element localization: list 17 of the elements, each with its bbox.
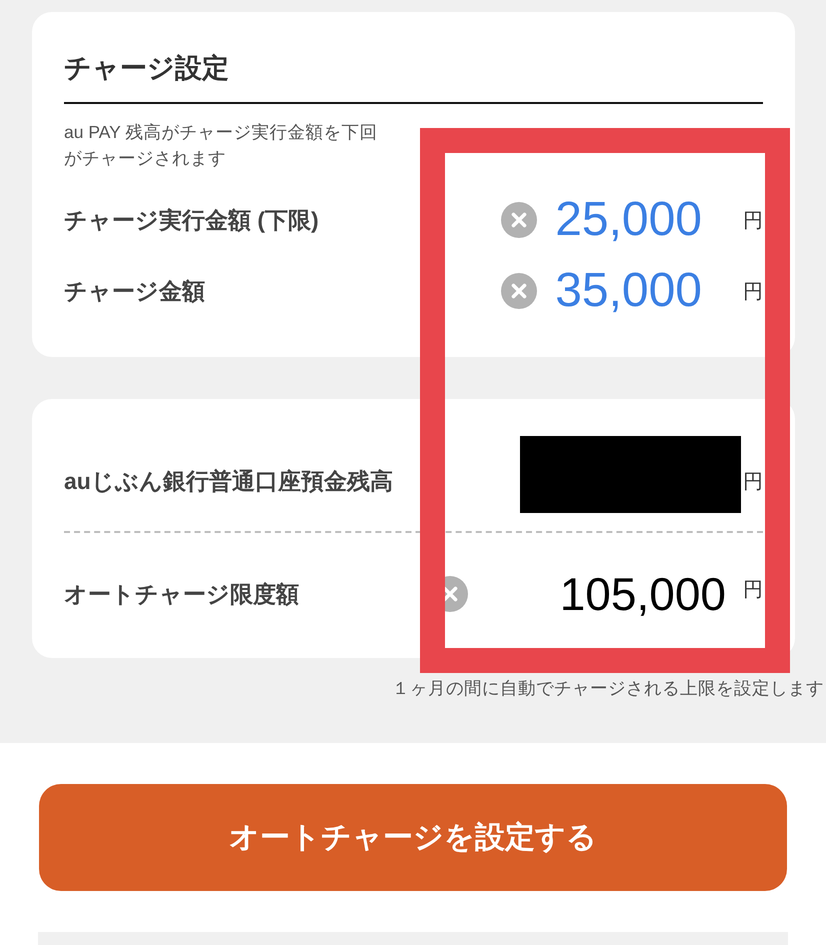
yen-unit: 円 [742, 208, 763, 234]
amount-field[interactable]: 35,000 [537, 264, 740, 318]
section-title: チャージ設定 [64, 52, 230, 85]
field-label: チャージ実行金額 (下限) [64, 206, 320, 235]
field-label: チャージ金額 [64, 276, 206, 306]
submit-button[interactable]: オートチャージを設定する [39, 784, 787, 891]
description-text: au PAY 残高がチャージ実行金額を下回 がチャージされます [64, 121, 378, 170]
clear-icon[interactable] [501, 202, 538, 238]
amount-field[interactable]: 25,000 [537, 194, 740, 246]
yen-unit: 円 [742, 470, 763, 494]
yen-unit: 円 [742, 280, 763, 304]
field-label: オートチャージ限度額 [64, 580, 300, 608]
clear-icon[interactable] [501, 273, 538, 309]
yen-unit: 円 [742, 578, 763, 602]
field-label: auじぶん銀行普通口座預金残高 [64, 466, 394, 496]
amount-field[interactable]: 105,000 [468, 568, 740, 620]
note-text: １ヶ月の間に自動でチャージされる上限を設定します [391, 677, 824, 700]
